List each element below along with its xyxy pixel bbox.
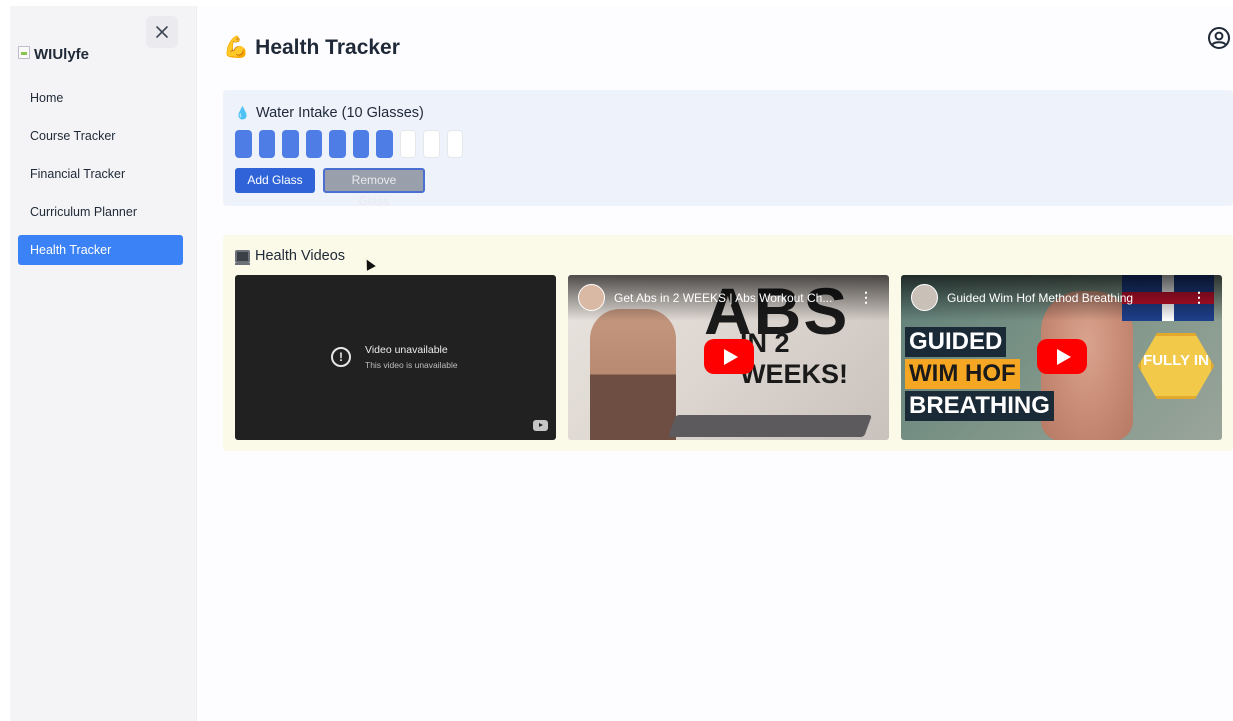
brand-name: WIUlyfe <box>34 46 90 63</box>
video-unavailable-message: ! Video unavailable This video is unavai… <box>331 344 458 370</box>
broken-logo-image <box>18 46 30 59</box>
add-glass-button[interactable]: Add Glass <box>235 168 315 193</box>
app-window: WIUlyfe Home Course Tracker Financial Tr… <box>10 6 1233 721</box>
health-videos-title: Health Videos <box>235 248 346 265</box>
water-buttons: Add Glass Remove Glass <box>235 168 425 208</box>
water-glass-filled <box>376 130 393 158</box>
flexed-biceps-icon: 💪 <box>223 36 250 59</box>
water-intake-title: 💧 Water Intake (10 Glasses) <box>235 105 424 121</box>
sidebar: WIUlyfe Home Course Tracker Financial Tr… <box>10 6 197 721</box>
user-circle-icon <box>1208 27 1230 49</box>
video-player-abs-workout[interactable]: ABS IN 2 WEEKS! Get Abs in 2 WEEKS | Abs… <box>568 275 889 440</box>
sidebar-item-curriculum-planner[interactable]: Curriculum Planner <box>18 197 183 227</box>
water-glass-filled <box>352 130 369 158</box>
sidebar-item-financial-tracker[interactable]: Financial Tracker <box>18 159 183 189</box>
sidebar-item-home[interactable]: Home <box>18 83 183 113</box>
main-content: 💪 Health Tracker 💧 Water Intake (10 Glas… <box>197 6 1233 721</box>
water-glass-empty <box>399 130 416 158</box>
user-account-button[interactable] <box>1207 26 1231 50</box>
youtube-play-button[interactable] <box>704 339 754 374</box>
video-player-unavailable[interactable]: ! Video unavailable This video is unavai… <box>235 275 556 440</box>
close-sidebar-button[interactable] <box>146 16 178 48</box>
video-title[interactable]: Get Abs in 2 WEEKS | Abs Workout Ch... <box>614 291 850 305</box>
channel-avatar[interactable] <box>578 284 605 311</box>
water-glass-filled <box>258 130 275 158</box>
remove-glass-button[interactable]: Remove Glass <box>323 168 425 208</box>
water-intake-title-text: Water Intake (10 Glasses) <box>255 105 424 121</box>
page-title-text: Health Tracker <box>255 36 400 59</box>
more-vertical-icon[interactable]: ⋮ <box>859 290 873 304</box>
water-glass-filled <box>282 130 299 158</box>
video-unavailable-title: Video unavailable <box>365 344 448 356</box>
water-glass-empty <box>446 130 463 158</box>
thumbnail-line-3: BREATHING <box>905 391 1054 421</box>
water-glass-empty <box>423 130 440 158</box>
health-videos-title-text: Health Videos <box>255 248 346 264</box>
video-unavailable-subtitle: This video is unavailable <box>365 360 458 370</box>
alert-circle-icon: ! <box>331 347 351 367</box>
thumbnail-exercise-mat <box>667 415 873 437</box>
video-title[interactable]: Guided Wim Hof Method Breathing <box>947 291 1183 305</box>
thumbnail-line-1: GUIDED <box>905 327 1007 357</box>
video-grid: ! Video unavailable This video is unavai… <box>235 275 1222 440</box>
youtube-play-button[interactable] <box>1037 339 1087 374</box>
more-vertical-icon[interactable]: ⋮ <box>1192 290 1206 304</box>
water-glass-filled <box>305 130 322 158</box>
water-intake-card: 💧 Water Intake (10 Glasses) Add Glass Re… <box>223 90 1233 208</box>
sidebar-item-health-tracker[interactable]: Health Tracker <box>18 235 183 265</box>
close-icon <box>156 26 168 38</box>
thumbnail-figure <box>590 309 676 440</box>
sidebar-nav: Home Course Tracker Financial Tracker Cu… <box>18 83 183 273</box>
channel-avatar[interactable] <box>911 284 938 311</box>
brand[interactable]: WIUlyfe <box>18 42 89 63</box>
water-glass-filled <box>329 130 346 158</box>
water-glass-filled <box>235 130 252 158</box>
fully-in-badge: FULLY IN <box>1138 333 1214 399</box>
water-glasses-tracker <box>235 130 463 158</box>
video-player-wim-hof[interactable]: GUIDED WIM HOF BREATHING FULLY IN Guided… <box>901 275 1222 440</box>
youtube-logo-icon[interactable] <box>533 420 548 431</box>
video-unavailable-text-group: Video unavailable This video is unavaila… <box>365 344 458 370</box>
droplet-icon: 💧 <box>235 106 250 120</box>
health-videos-card: Health Videos ! Video unavailable This v… <box>223 235 1233 451</box>
page-title: 💪 Health Tracker <box>223 36 400 60</box>
thumbnail-subheadline: IN 2 WEEKS! <box>740 328 848 389</box>
thumbnail-line-2: WIM HOF <box>905 359 1020 389</box>
sidebar-item-course-tracker[interactable]: Course Tracker <box>18 121 183 151</box>
television-icon <box>235 249 250 265</box>
